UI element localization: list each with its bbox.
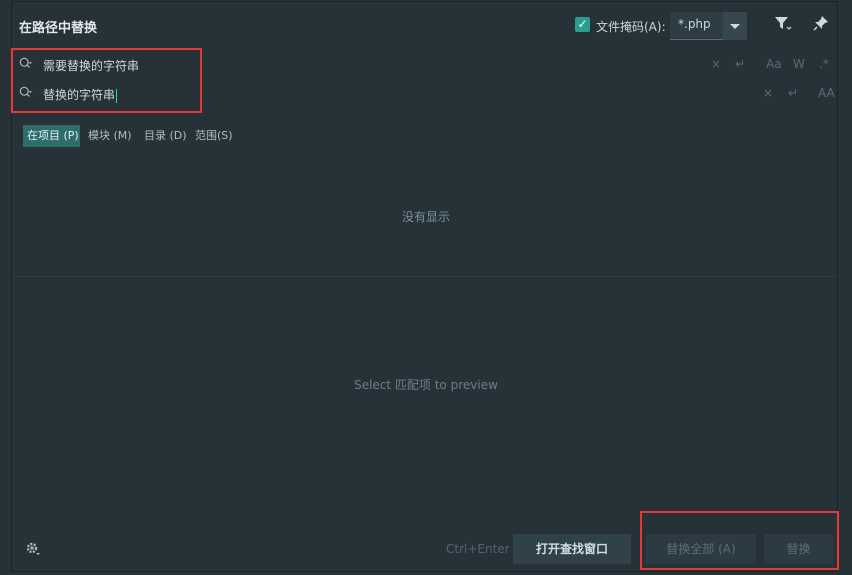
- dialog-title: 在路径中替换: [19, 21, 98, 36]
- scope-tab-module[interactable]: 模块 (M): [84, 125, 136, 147]
- scope-tab-scope[interactable]: 范围(S): [191, 125, 237, 147]
- preview-placeholder: Select 匹配项 to preview: [354, 378, 498, 392]
- open-find-window-button[interactable]: 打开查找窗口: [513, 534, 631, 564]
- pin-icon[interactable]: [813, 15, 829, 35]
- annotation-highlight-inputs: [11, 48, 202, 113]
- scope-tab-directory[interactable]: 目录 (D): [140, 125, 191, 147]
- file-mask-checkbox[interactable]: ✓: [575, 17, 590, 32]
- multiline-icon[interactable]: ↵: [735, 57, 745, 71]
- file-mask-label: 文件掩码(A):: [596, 20, 666, 34]
- regex-toggle[interactable]: .*: [819, 57, 829, 71]
- clear-replace-icon[interactable]: ×: [763, 86, 773, 100]
- clear-find-icon[interactable]: ×: [711, 57, 721, 71]
- results-preview-divider[interactable]: [13, 276, 837, 277]
- match-case-toggle[interactable]: Aa: [766, 57, 782, 71]
- settings-gear-icon[interactable]: [25, 541, 41, 561]
- file-mask-input[interactable]: *.php: [670, 12, 723, 40]
- preserve-case-toggle[interactable]: AA: [818, 86, 835, 100]
- scope-tab-project[interactable]: 在项目 (P): [23, 125, 80, 147]
- shortcut-hint: Ctrl+Enter: [446, 542, 510, 556]
- replace-multiline-icon[interactable]: ↵: [788, 86, 798, 100]
- whole-words-toggle[interactable]: W: [793, 57, 805, 71]
- annotation-highlight-buttons: [640, 511, 839, 570]
- file-mask-dropdown-button[interactable]: [723, 12, 747, 40]
- filter-icon[interactable]: [774, 15, 792, 35]
- results-empty-message: 没有显示: [401, 210, 450, 224]
